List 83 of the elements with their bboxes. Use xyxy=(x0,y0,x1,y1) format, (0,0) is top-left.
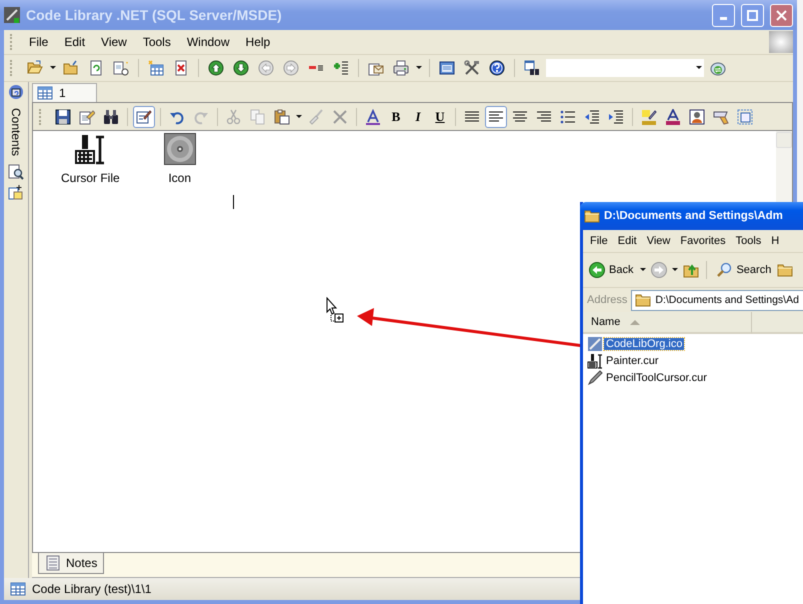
brush-cursor-icon xyxy=(587,353,603,369)
item-label: Cursor File xyxy=(61,171,120,185)
sync-icon[interactable] xyxy=(710,60,726,76)
brush-cursor-icon[interactable] xyxy=(74,133,106,165)
document-tab[interactable]: 1 xyxy=(32,83,97,102)
close-icon xyxy=(776,10,787,20)
folder-arrow-icon[interactable] xyxy=(63,60,79,76)
item-label: Icon xyxy=(168,171,192,185)
printer-icon[interactable] xyxy=(393,60,409,76)
add-item-icon[interactable] xyxy=(8,184,24,200)
disc-icon[interactable] xyxy=(164,133,196,165)
bold-button[interactable]: B xyxy=(386,106,406,126)
help-book-icon[interactable] xyxy=(8,84,24,100)
folders-icon[interactable] xyxy=(777,262,794,278)
binoculars-table-icon[interactable] xyxy=(524,60,540,76)
file-name[interactable]: CodeLibOrg.ico xyxy=(604,338,684,350)
paste-icon[interactable] xyxy=(274,108,290,124)
drag-cursor-icon xyxy=(326,297,346,323)
file-name[interactable]: Painter.cur xyxy=(604,355,661,367)
logo-image xyxy=(769,31,793,53)
maximize-button[interactable] xyxy=(741,4,764,26)
frame-icon[interactable] xyxy=(737,108,753,124)
bullet-list-icon[interactable] xyxy=(560,108,576,124)
menu-item[interactable]: Favorites xyxy=(675,233,731,249)
edit-page-icon[interactable] xyxy=(79,108,95,124)
back-button[interactable]: Back xyxy=(587,260,636,280)
status-text: Code Library (test)\1\1 xyxy=(32,582,152,596)
file-name[interactable]: PencilToolCursor.cur xyxy=(604,372,709,384)
plus-lines-icon[interactable] xyxy=(333,60,349,76)
page-star-icon[interactable] xyxy=(113,60,129,76)
folder-icon xyxy=(635,292,652,308)
address-field[interactable]: D:\Documents and Settings\Ad xyxy=(631,290,803,310)
pencil-icon xyxy=(587,370,603,386)
file-icon xyxy=(587,336,603,352)
table-icon xyxy=(37,85,53,101)
folder-icon xyxy=(584,208,600,224)
save-icon[interactable] xyxy=(55,108,71,124)
highlight-icon[interactable] xyxy=(641,108,657,124)
notes-icon xyxy=(45,555,61,571)
app-icon xyxy=(4,7,20,23)
tools-icon[interactable] xyxy=(464,60,480,76)
keyboard-icon[interactable] xyxy=(713,108,729,124)
search-page-icon[interactable] xyxy=(8,164,24,180)
delete-page-icon[interactable] xyxy=(173,60,189,76)
underline-button[interactable]: U xyxy=(430,106,450,126)
address-label: Address xyxy=(587,294,628,306)
menu-item[interactable]: View xyxy=(93,33,135,51)
italic-button[interactable]: I xyxy=(408,106,428,126)
image-icon[interactable] xyxy=(689,108,705,124)
menu-item[interactable]: H xyxy=(766,233,784,249)
menu-item[interactable]: Edit xyxy=(612,233,642,249)
menu-item[interactable]: Window xyxy=(178,33,238,51)
open-folder-icon[interactable] xyxy=(27,60,43,76)
menu-item[interactable]: File xyxy=(21,33,56,51)
name-column-header[interactable]: Name xyxy=(583,312,752,334)
menu-item[interactable]: Tools xyxy=(134,33,179,51)
menu-item[interactable]: Help xyxy=(238,33,278,51)
menu-item[interactable]: View xyxy=(642,233,676,249)
menu-item[interactable]: File xyxy=(585,233,613,249)
close-button[interactable] xyxy=(770,4,793,26)
window-icon[interactable] xyxy=(439,60,455,76)
minimize-icon xyxy=(720,16,727,20)
window-title: Code Library .NET (SQL Server/MSDE) xyxy=(26,7,283,23)
minimize-button[interactable] xyxy=(712,4,735,26)
notes-tab[interactable]: Notes xyxy=(38,553,104,574)
search-button[interactable]: Search xyxy=(714,260,774,280)
text-caret xyxy=(233,195,234,209)
window-title: D:\Documents and Settings\Adm xyxy=(604,210,783,222)
help-icon[interactable] xyxy=(489,60,505,76)
menu-item[interactable]: Edit xyxy=(56,33,94,51)
outdent-icon[interactable] xyxy=(584,108,600,124)
font-color-icon[interactable] xyxy=(665,108,681,124)
indent-icon[interactable] xyxy=(608,108,624,124)
binoculars-icon[interactable] xyxy=(103,108,119,124)
contents-tab[interactable]: Contents xyxy=(9,104,23,160)
maximize-icon xyxy=(747,10,758,20)
folder-up-icon[interactable] xyxy=(683,262,700,278)
table-icon xyxy=(10,581,26,597)
refresh-page-icon[interactable] xyxy=(88,60,104,76)
table-star-icon[interactable] xyxy=(148,60,164,76)
font-icon[interactable] xyxy=(365,108,381,124)
search-icon[interactable] xyxy=(716,262,732,278)
menu-item[interactable]: Tools xyxy=(730,233,766,249)
